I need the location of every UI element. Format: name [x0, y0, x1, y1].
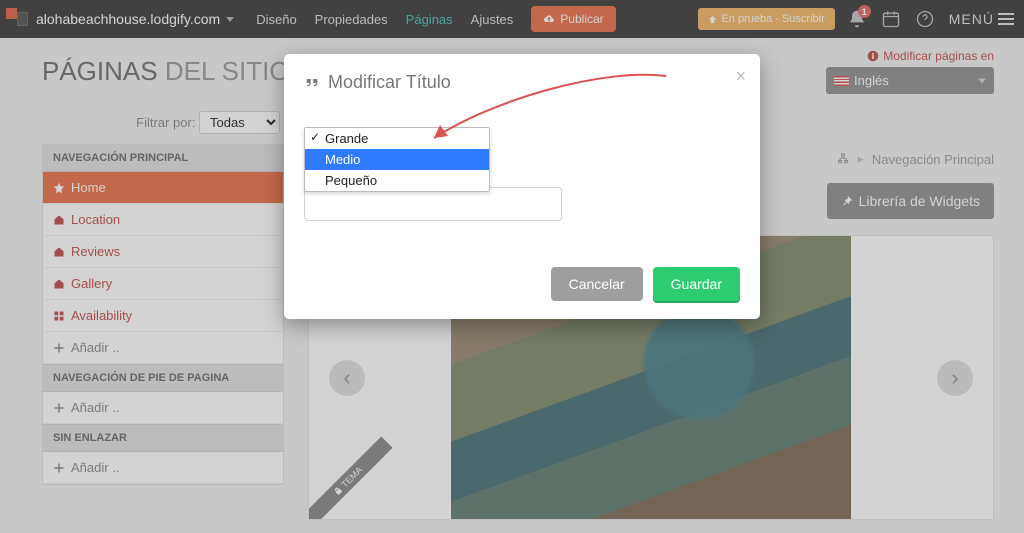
option-medium[interactable]: Medio: [305, 149, 489, 170]
cancel-button[interactable]: Cancelar: [551, 267, 643, 301]
title-size-dropdown: Grande Medio Pequeño: [304, 127, 490, 192]
option-small[interactable]: Pequeño: [305, 170, 489, 191]
edit-title-modal: × Modificar Título Grande Medio Pequeño …: [284, 54, 760, 319]
modal-close-button[interactable]: ×: [735, 66, 746, 87]
title-size-select[interactable]: Grande Medio Pequeño: [304, 127, 490, 153]
quote-icon: [304, 75, 320, 91]
option-large[interactable]: Grande: [305, 128, 489, 149]
save-button[interactable]: Guardar: [653, 267, 740, 301]
modal-title: Modificar Título: [304, 72, 740, 93]
title-text-input[interactable]: [304, 187, 562, 221]
